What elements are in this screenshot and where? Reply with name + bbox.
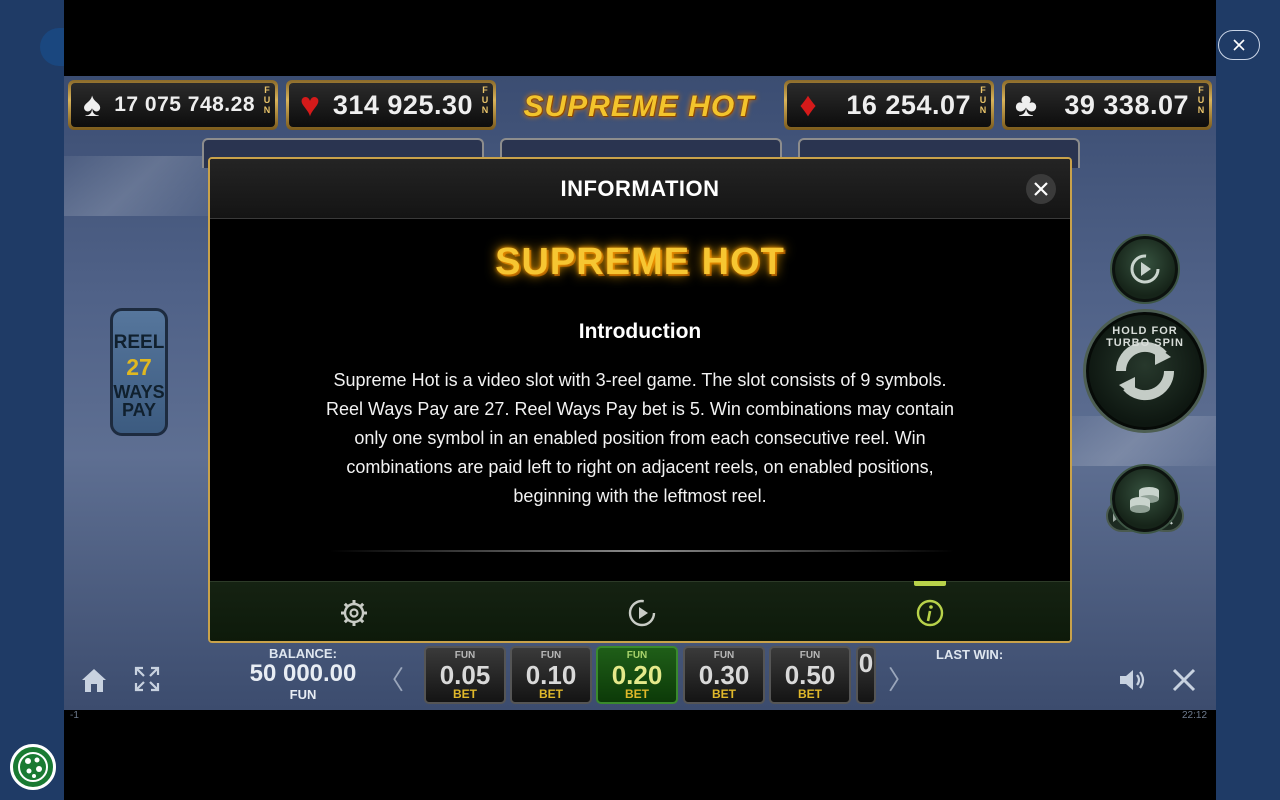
active-tab-indicator — [914, 581, 946, 586]
modal-header: INFORMATION — [210, 159, 1070, 219]
sound-button[interactable] — [1114, 662, 1150, 698]
jackpot-tag: FUN — [263, 85, 271, 115]
fullscreen-button[interactable] — [132, 664, 162, 694]
bet-label: BET — [798, 687, 822, 701]
cookie-settings-button[interactable] — [10, 744, 56, 790]
club-icon: ♣ — [1014, 86, 1038, 124]
jackpot-value: 314 925.30 — [332, 89, 473, 120]
close-icon — [1034, 182, 1048, 196]
spade-icon: ♠ — [82, 86, 102, 124]
bet-value: 0 — [858, 648, 874, 678]
last-win-label: LAST WIN: — [936, 647, 1004, 662]
modal-tab-bar — [210, 581, 1070, 641]
diamond-icon: ♦ — [799, 86, 817, 124]
info-icon — [916, 599, 944, 627]
jackpot-hearts: ♥ 314 925.30 FUN — [286, 80, 496, 130]
jackpot-value: 17 075 748.28 — [114, 93, 255, 116]
balance-unit: FUN — [289, 687, 317, 702]
jackpot-tag: FUN — [1197, 85, 1205, 115]
reel-ways-line: REEL — [113, 332, 165, 353]
bet-option[interactable]: FUN 0.50 BET — [769, 646, 851, 704]
reel-ways-line: WAYS — [113, 382, 165, 402]
jackpot-tag: FUN — [481, 85, 489, 115]
reel-ways-line: PAY — [121, 400, 157, 420]
section-title: Introduction — [578, 320, 702, 343]
reel-ways-count: 27 — [126, 354, 152, 380]
autoplay-button[interactable] — [1112, 236, 1178, 302]
gear-icon — [341, 600, 367, 626]
bet-value: 0.05 — [439, 660, 491, 690]
divider — [330, 550, 954, 552]
fullscreen-icon — [134, 666, 160, 692]
exit-game-button[interactable] — [1168, 664, 1200, 696]
bet-label: BET — [539, 687, 563, 701]
bet-option[interactable]: FUN 0.30 BET — [683, 646, 765, 704]
bet-value: 0.50 — [784, 660, 836, 690]
bet-coins-button[interactable] — [1112, 466, 1178, 532]
modal-game-logo: SUPREME HOT — [495, 241, 785, 283]
bet-label: BET — [625, 687, 649, 701]
jackpot-value: 39 338.07 — [1064, 89, 1189, 120]
balance-display: BALANCE: 50 000.00 FUN — [240, 646, 366, 702]
cookie-icon — [18, 752, 48, 782]
jackpot-spades: ♠ 17 075 748.28 FUN — [68, 80, 278, 130]
close-icon — [1233, 39, 1245, 51]
tab-autoplay[interactable] — [498, 582, 786, 641]
bet-value: 0.10 — [525, 660, 577, 690]
bet-option-partial[interactable]: 0 — [856, 646, 876, 704]
coins-icon — [1130, 487, 1159, 513]
bet-label: BET — [453, 687, 477, 701]
corner-label: -1 — [70, 710, 79, 721]
game-logo: SUPREME HOT — [523, 90, 755, 123]
modal-title: INFORMATION — [560, 175, 720, 201]
information-modal: INFORMATION SUPREME HOT Introduction Sup… — [208, 157, 1072, 643]
bet-value: 0.20 — [611, 660, 663, 690]
modal-close-button[interactable] — [1026, 174, 1056, 204]
tab-settings[interactable] — [210, 582, 498, 641]
spin-button[interactable]: HOLD FOR TURBO SPIN — [1086, 312, 1204, 430]
outer-close-button[interactable] — [1218, 30, 1260, 60]
bet-option[interactable]: FUN 0.10 BET — [510, 646, 592, 704]
bet-next-arrow[interactable]: 〉 — [888, 660, 914, 697]
heart-icon: ♥ — [299, 86, 321, 124]
jackpot-value: 16 254.07 — [846, 89, 971, 120]
jackpot-tag: FUN — [979, 85, 987, 115]
jackpot-diamonds: ♦ 16 254.07 FUN — [784, 80, 994, 130]
turbo-hint: HOLD FOR TURBO SPIN — [1106, 325, 1184, 349]
close-icon — [1172, 668, 1196, 692]
reel-ways-badge: REEL 27 WAYS PAY — [110, 308, 168, 436]
clock: 22:12 — [1182, 710, 1208, 721]
replay-icon — [628, 599, 656, 627]
bet-option-selected[interactable]: FUN 0.20 BET — [596, 646, 678, 704]
bet-option[interactable]: FUN 0.05 BET — [424, 646, 506, 704]
home-icon — [82, 669, 106, 692]
balance-label: BALANCE: — [269, 646, 337, 661]
balance-amount: 50 000.00 — [249, 660, 357, 687]
bet-prev-arrow[interactable]: 〈 — [378, 660, 404, 697]
game-frame: ♠ 17 075 748.28 FUN ♥ 314 925.30 FUN SUP… — [64, 0, 1216, 800]
replay-icon — [1130, 254, 1160, 284]
section-body: Supreme Hot is a video slot with 3-reel … — [326, 370, 954, 506]
bet-label: BET — [712, 687, 736, 701]
tab-info[interactable] — [786, 581, 1070, 641]
bet-value: 0.30 — [698, 660, 750, 690]
jackpot-clubs: ♣ 39 338.07 FUN — [1002, 80, 1212, 130]
speaker-icon — [1120, 670, 1145, 690]
home-button[interactable] — [78, 662, 110, 698]
